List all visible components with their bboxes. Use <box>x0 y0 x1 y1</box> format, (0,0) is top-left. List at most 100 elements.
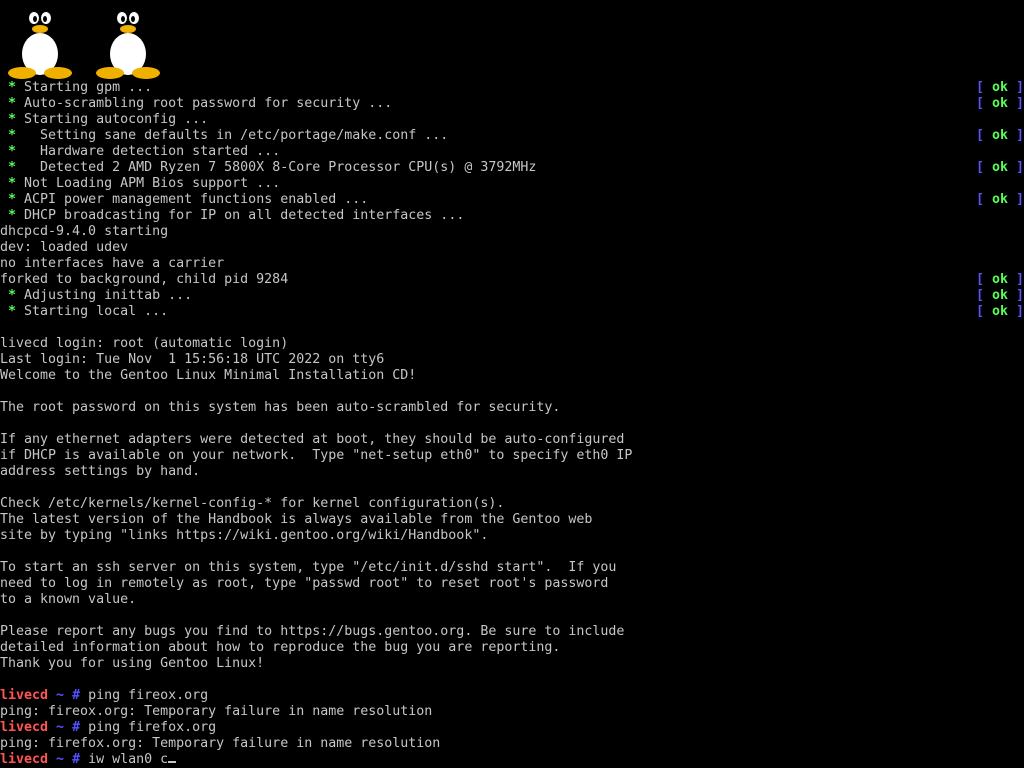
status-star: * <box>0 304 25 319</box>
boot-message: Not Loading APM Bios support ... <box>24 176 281 191</box>
status-star: * <box>0 96 25 111</box>
boot-message: Detected 2 AMD Ryzen 7 5800X 8-Core Proc… <box>40 160 537 175</box>
status-open-bracket: [ <box>975 128 992 143</box>
tux-penguin-icon <box>8 4 72 79</box>
boot-logo-area <box>0 0 180 80</box>
status-star: * <box>0 144 41 159</box>
ok-status-badge: [ ok ] <box>976 80 1024 96</box>
boot-line: * ACPI power management functions enable… <box>0 192 1024 208</box>
boot-line: * Setting sane defaults in /etc/portage/… <box>0 128 1024 144</box>
shell-session[interactable]: livecd ~ # ping fireox.org ping: fireox.o… <box>0 688 1024 768</box>
ok-status-badge: [ ok ] <box>976 272 1024 288</box>
boot-message: no interfaces have a carrier <box>0 256 225 271</box>
boot-message: Starting local ... <box>24 304 169 319</box>
command-line[interactable]: livecd ~ # iw wlan0 c <box>0 752 1024 768</box>
status-close-bracket: ] <box>1007 272 1024 287</box>
ok-status-badge: [ ok ] <box>976 192 1024 208</box>
boot-message: Adjusting inittab ... <box>24 288 193 303</box>
motd-line: need to log in remotely as root, type "p… <box>0 576 609 591</box>
prompt-symbol: # <box>72 720 89 735</box>
status-star: * <box>0 160 41 175</box>
status-open-bracket: [ <box>975 288 992 303</box>
motd-line: The root password on this system has bee… <box>0 400 561 415</box>
boot-line: * DHCP broadcasting for IP on all detect… <box>0 208 1024 224</box>
output-text: ping: firefox.org: Temporary failure in … <box>0 736 441 751</box>
boot-line: dhcpcd-9.4.0 starting <box>0 224 1024 240</box>
status-star: * <box>0 80 25 95</box>
prompt-hostname: livecd <box>0 688 49 703</box>
terminal-screen[interactable]: * Starting gpm ... [ ok ] * Auto-scrambli… <box>0 0 1024 768</box>
status-close-bracket: ] <box>1007 160 1024 175</box>
boot-line: * Detected 2 AMD Ryzen 7 5800X 8-Core Pr… <box>0 160 1024 176</box>
console-output: * Starting gpm ... [ ok ] * Auto-scrambli… <box>0 80 1024 768</box>
boot-line: no interfaces have a carrier <box>0 256 1024 272</box>
motd-line: Please report any bugs you find to https… <box>0 624 625 639</box>
status-close-bracket: ] <box>1007 192 1024 207</box>
boot-message: Starting gpm ... <box>24 80 153 95</box>
motd-line <box>0 416 1024 432</box>
motd-line: The latest version of the Handbook is al… <box>0 512 593 527</box>
motd-line: Check /etc/kernels/kernel-config-* for k… <box>0 496 505 511</box>
current-input[interactable]: iw wlan0 c <box>88 752 168 767</box>
motd-messages: livecd login: root (automatic login) Last… <box>0 320 1024 688</box>
ok-status-badge: [ ok ] <box>976 96 1024 112</box>
motd-line: detailed information about how to reprod… <box>0 640 561 655</box>
boot-message: DHCP broadcasting for IP on all detected… <box>24 208 465 223</box>
motd-line: livecd login: root (automatic login) <box>0 336 289 351</box>
status-ok-word: ok <box>991 128 1008 143</box>
ok-status-badge: [ ok ] <box>976 160 1024 176</box>
motd-line: Thank you for using Gentoo Linux! <box>0 656 265 671</box>
status-star: * <box>0 112 25 127</box>
command-text: ping fireox.org <box>88 688 209 703</box>
prompt-symbol: # <box>72 752 89 767</box>
status-ok-word: ok <box>991 192 1008 207</box>
status-open-bracket: [ <box>975 80 992 95</box>
boot-messages: * Starting gpm ... [ ok ] * Auto-scrambli… <box>0 80 1024 320</box>
motd-line <box>0 480 1024 496</box>
boot-message: Starting autoconfig ... <box>24 112 209 127</box>
ok-status-badge: [ ok ] <box>976 288 1024 304</box>
status-open-bracket: [ <box>975 304 992 319</box>
status-ok-word: ok <box>991 96 1008 111</box>
boot-line: forked to background, child pid 9284 [ ok… <box>0 272 1024 288</box>
ok-status-badge: [ ok ] <box>976 304 1024 320</box>
prompt-path: ~ <box>48 752 73 767</box>
boot-message: ACPI power management functions enabled … <box>24 192 369 207</box>
motd-line <box>0 544 1024 560</box>
command-line: livecd ~ # ping firefox.org <box>0 720 1024 736</box>
status-ok-word: ok <box>991 304 1008 319</box>
status-open-bracket: [ <box>975 272 992 287</box>
status-ok-word: ok <box>991 272 1008 287</box>
boot-message: dhcpcd-9.4.0 starting <box>0 224 169 239</box>
status-ok-word: ok <box>991 160 1008 175</box>
motd-line <box>0 384 1024 400</box>
motd-line: If any ethernet adapters were detected a… <box>0 432 625 447</box>
prompt-path: ~ <box>48 688 73 703</box>
status-close-bracket: ] <box>1007 304 1024 319</box>
output-text: ping: fireox.org: Temporary failure in n… <box>0 704 433 719</box>
boot-message: Auto-scrambling root password for securi… <box>24 96 393 111</box>
motd-line <box>0 320 1024 336</box>
status-close-bracket: ] <box>1007 80 1024 95</box>
status-close-bracket: ] <box>1007 128 1024 143</box>
prompt-hostname: livecd <box>0 752 49 767</box>
status-star: * <box>0 176 25 191</box>
motd-line: Welcome to the Gentoo Linux Minimal Inst… <box>0 368 417 383</box>
status-ok-word: ok <box>991 80 1008 95</box>
boot-line: * Starting gpm ... [ ok ] <box>0 80 1024 96</box>
boot-line: * Not Loading APM Bios support ... <box>0 176 1024 192</box>
motd-line <box>0 672 1024 688</box>
motd-line: if DHCP is available on your network. Ty… <box>0 448 633 463</box>
command-text: ping firefox.org <box>88 720 217 735</box>
boot-message: dev: loaded udev <box>0 240 129 255</box>
status-star: * <box>0 192 25 207</box>
command-line: livecd ~ # ping fireox.org <box>0 688 1024 704</box>
motd-line: to a known value. <box>0 592 137 607</box>
boot-line: * Hardware detection started ... <box>0 144 1024 160</box>
boot-line: dev: loaded udev <box>0 240 1024 256</box>
boot-message: forked to background, child pid 9284 <box>0 272 289 287</box>
boot-line: * Starting local ... [ ok ] <box>0 304 1024 320</box>
motd-line: Last login: Tue Nov 1 15:56:18 UTC 2022 … <box>0 352 385 367</box>
boot-line: * Auto-scrambling root password for secu… <box>0 96 1024 112</box>
status-close-bracket: ] <box>1007 96 1024 111</box>
